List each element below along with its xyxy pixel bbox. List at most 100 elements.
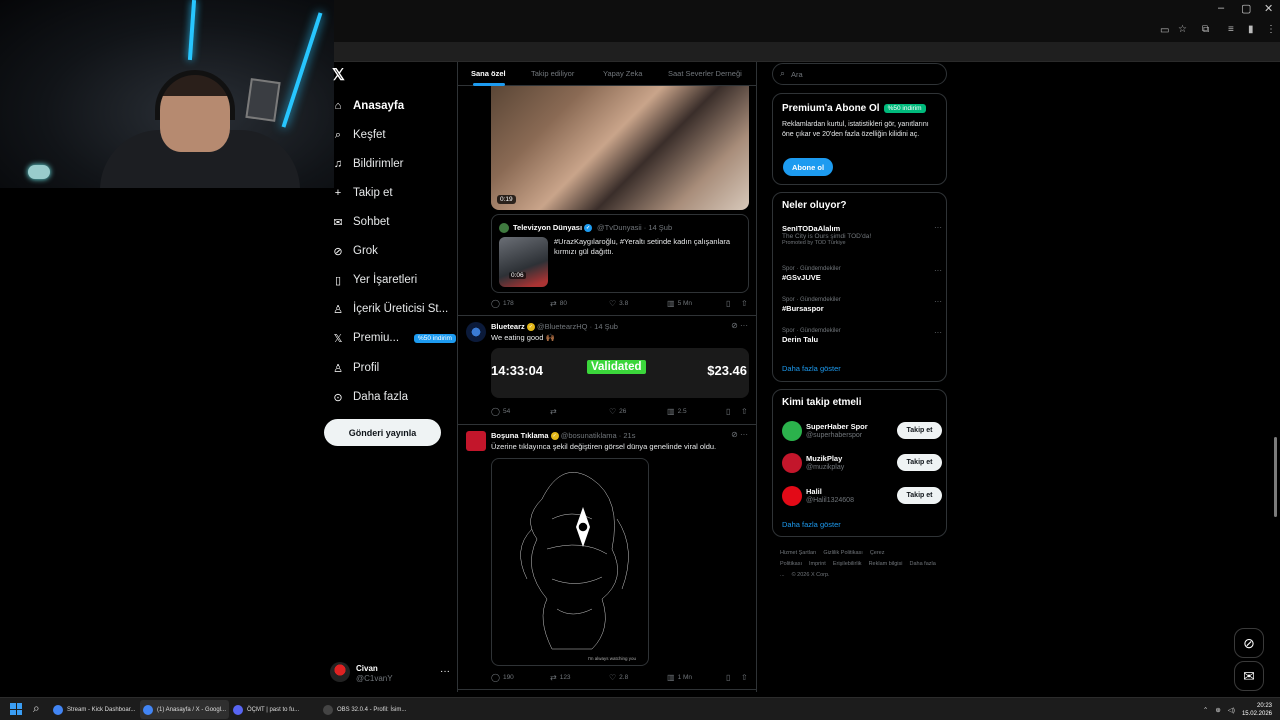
- more-icon[interactable]: ···: [934, 266, 942, 275]
- nav-item-grok[interactable]: ⊘ Grok: [332, 240, 378, 262]
- footer-link[interactable]: Hizmet Şartları: [780, 550, 816, 556]
- nav-item-bookmark[interactable]: ▯ Yer İşaretleri: [332, 269, 417, 291]
- like-button[interactable]: ♡ 2.8: [609, 673, 628, 682]
- clock[interactable]: 20:23 15.02.2026: [1242, 702, 1272, 718]
- repost-button[interactable]: ⇄ 80: [550, 299, 567, 308]
- tweet-image[interactable]: I'm always watching you: [491, 458, 649, 666]
- extensions-icon[interactable]: ⧉: [1202, 24, 1209, 35]
- volume-icon[interactable]: ◁): [1228, 706, 1235, 714]
- scrollbar[interactable]: [1273, 62, 1278, 692]
- close-icon[interactable]: ✕: [1264, 2, 1273, 15]
- tab-ai[interactable]: Yapay Zeka: [603, 69, 642, 78]
- share-button[interactable]: ⇧: [741, 673, 748, 682]
- avatar: [330, 662, 350, 682]
- more-icon[interactable]: ⊘ ···: [731, 430, 748, 439]
- more-icon[interactable]: ⊘ ···: [731, 321, 748, 330]
- bookmark-button[interactable]: ▯: [726, 299, 730, 308]
- subscribe-button[interactable]: Abone ol: [783, 158, 833, 176]
- tweet-media[interactable]: 14:33:04 Validated $23.46: [491, 348, 749, 398]
- taskbar-app[interactable]: Stream - Kick Dashboar...: [50, 700, 138, 719]
- quoted-tweet[interactable]: Televizyon Dünyası ✓ @TvDunyasii · 14 Şu…: [491, 214, 749, 293]
- more-icon[interactable]: ···: [934, 223, 942, 232]
- follow-suggestion[interactable]: SuperHaber Spor @superhaberspor Takip et: [782, 421, 942, 445]
- nav-item-search[interactable]: ⌕ Keşfet: [332, 124, 386, 146]
- views-button[interactable]: ▥ 2.5: [667, 407, 687, 416]
- follow-button[interactable]: Takip et: [897, 487, 942, 504]
- trends-card: Neler oluyor? SenITODaAlalım The City is …: [772, 192, 947, 382]
- tweet-video[interactable]: 0:19: [491, 86, 749, 210]
- maximize-icon[interactable]: ▢: [1241, 2, 1251, 15]
- footer-link[interactable]: Imprint: [809, 561, 826, 567]
- footer-link[interactable]: Erişilebilirlik: [833, 561, 862, 567]
- views-button[interactable]: ▥ 1 Mn: [667, 673, 692, 682]
- footer-link[interactable]: Gizlilik Politikası: [823, 550, 862, 556]
- show-more-link[interactable]: Daha fazla göster: [782, 520, 841, 529]
- minimize-icon[interactable]: –: [1218, 2, 1224, 14]
- nav-item-profile[interactable]: ♙ Profil: [332, 357, 379, 379]
- network-icon[interactable]: ⊕: [1215, 706, 1220, 714]
- nav-item-mail[interactable]: ✉ Sohbet: [332, 211, 389, 233]
- trend-item[interactable]: Spor · Gündemdekiler #GSvJUVE ···: [782, 266, 942, 294]
- nav-item-more[interactable]: ⊙ Daha fazla: [332, 386, 408, 408]
- avatar[interactable]: [782, 486, 802, 506]
- star-icon[interactable]: ☆: [1178, 24, 1187, 35]
- follow-button[interactable]: Takip et: [897, 422, 942, 439]
- like-button[interactable]: ♡ 26: [609, 407, 626, 416]
- bookmark-button[interactable]: ▯: [726, 673, 730, 682]
- share-button[interactable]: ⇧: [741, 299, 748, 308]
- trend-item[interactable]: Spor · Gündemdekiler #Bursaspor ···: [782, 297, 942, 325]
- avatar[interactable]: [466, 431, 486, 451]
- tab-for-you[interactable]: Sana özel: [471, 69, 506, 78]
- taskbar-app[interactable]: ÖÇMT | past to fu...: [230, 700, 302, 719]
- trend-item[interactable]: SenITODaAlalım The City is Ours şimdi TOD…: [782, 223, 942, 251]
- grok-fab[interactable]: ⊘: [1234, 628, 1264, 658]
- menu-icon[interactable]: ⋮: [1266, 24, 1276, 35]
- avatar[interactable]: [782, 453, 802, 473]
- follow-button[interactable]: Takip et: [897, 454, 942, 471]
- sidebar-icon[interactable]: ≡: [1228, 24, 1234, 35]
- reply-button[interactable]: ◯ 190: [491, 673, 514, 682]
- follow-suggestion[interactable]: Halil @Halil1324608 Takip et: [782, 486, 942, 510]
- grok-icon: ⊘: [333, 245, 343, 258]
- like-button[interactable]: ♡ 3.8: [609, 299, 628, 308]
- chevron-up-icon[interactable]: ⌃: [1203, 706, 1208, 714]
- messages-fab[interactable]: ✉: [1234, 661, 1264, 691]
- taskbar-app[interactable]: (1) Anasayfa / X - Googl...: [140, 700, 230, 719]
- search-icon[interactable]: ⌕: [33, 701, 40, 716]
- taskbar-app[interactable]: OBS 32.0.4 - Profil: İsim...: [320, 700, 409, 719]
- bookmark-button[interactable]: ▯: [726, 407, 730, 416]
- nav-item-follow[interactable]: + Takip et: [332, 182, 393, 204]
- divider: [458, 424, 756, 425]
- footer-link[interactable]: © 2026 X Corp.: [792, 572, 830, 578]
- nav-item-home[interactable]: ⌂ Anasayfa: [332, 95, 404, 117]
- quoted-thumbnail[interactable]: 0:06: [499, 237, 548, 287]
- x-logo-icon[interactable]: 𝕏: [332, 65, 345, 85]
- more-icon[interactable]: ···: [934, 328, 942, 337]
- nav-item-bell[interactable]: ♫ Bildirimler: [332, 153, 404, 175]
- avatar[interactable]: [466, 322, 486, 342]
- repost-button[interactable]: ⇄ 123: [550, 673, 571, 682]
- views-button[interactable]: ▥ 5 Mn: [667, 299, 692, 308]
- reply-button[interactable]: ◯ 54: [491, 407, 510, 416]
- follow-suggestion[interactable]: MuzikPlay @muzikplay Takip et: [782, 453, 942, 477]
- search-input[interactable]: ⌕ Ara: [772, 63, 947, 85]
- tab-following[interactable]: Takip ediliyor: [531, 69, 574, 78]
- share-button[interactable]: ⇧: [741, 407, 748, 416]
- footer-link[interactable]: Reklam bilgisi: [869, 561, 903, 567]
- profile-chrome-icon[interactable]: ▮: [1248, 24, 1254, 35]
- tab-watch-club[interactable]: Saat Severler Derneği: [668, 69, 742, 78]
- more-icon[interactable]: ···: [934, 297, 942, 306]
- profile-handle: @C1vanY: [356, 674, 393, 683]
- show-more-link[interactable]: Daha fazla göster: [782, 364, 841, 373]
- nav-item-x-premium[interactable]: 𝕏 Premiu... %50 indirim: [332, 327, 456, 349]
- account-switcher[interactable]: Civan @C1vanY ···: [330, 662, 456, 686]
- nav-item-creator[interactable]: ♙ İçerik Üreticisi St...: [332, 298, 448, 320]
- avatar[interactable]: [782, 421, 802, 441]
- reply-button[interactable]: ◯ 178: [491, 299, 514, 308]
- post-button[interactable]: Gönderi yayınla: [324, 419, 441, 446]
- repost-button[interactable]: ⇄: [550, 407, 557, 416]
- trend-item[interactable]: Spor · Gündemdekiler Derin Talu ···: [782, 328, 942, 356]
- windows-start-icon[interactable]: [10, 703, 22, 715]
- more-icon[interactable]: ···: [440, 666, 450, 677]
- cast-icon[interactable]: ▭: [1160, 25, 1169, 36]
